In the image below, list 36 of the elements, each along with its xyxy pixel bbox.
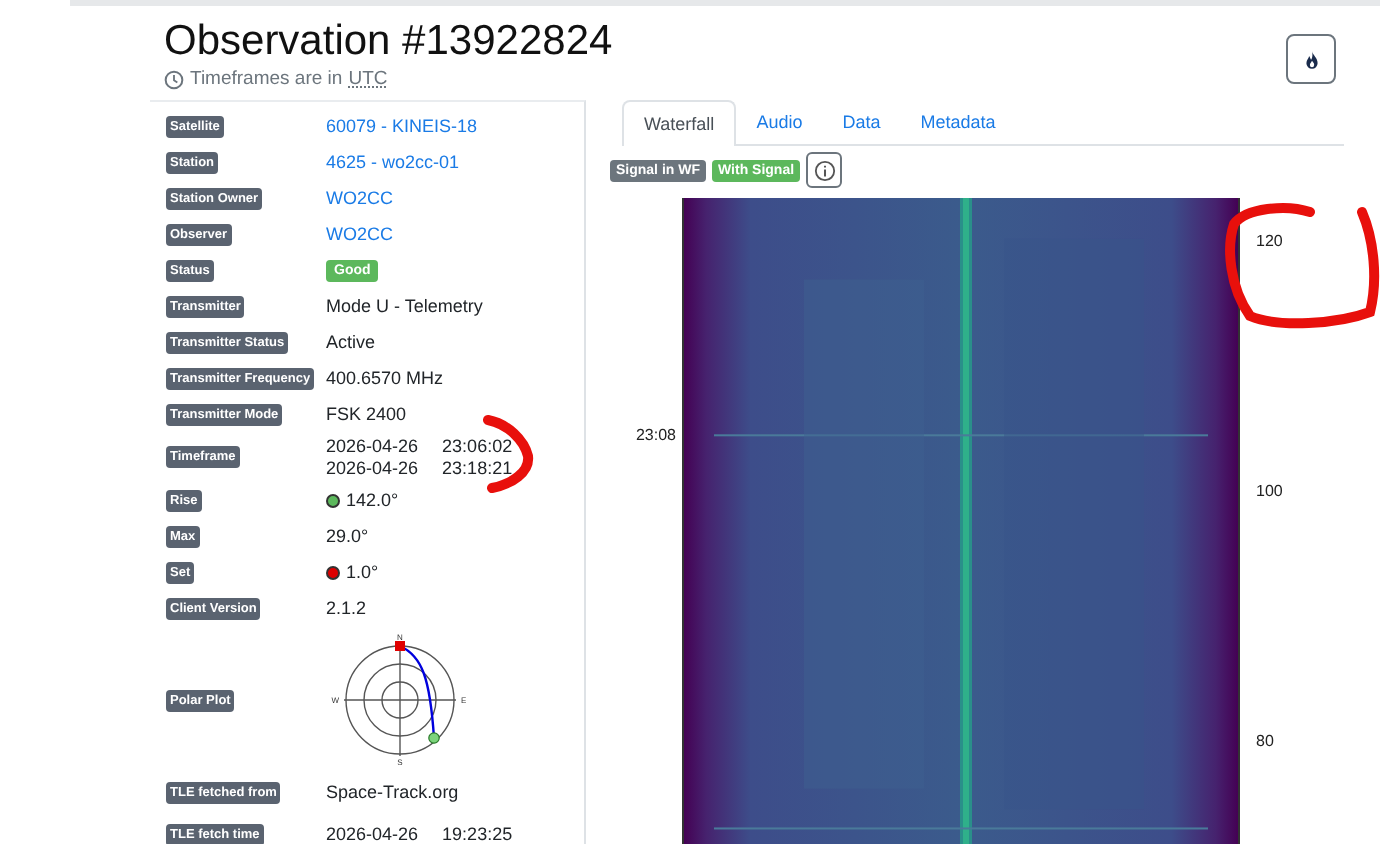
field-value: Mode U - Telemetry [326, 296, 483, 316]
time-value: 23:06:02 [442, 436, 513, 456]
info-icon [813, 159, 836, 181]
clock-icon [164, 69, 184, 89]
polar-plot-drawing [343, 641, 457, 757]
axis-tick-label: 120 [1256, 232, 1283, 250]
axis-tick-label: 100 [1256, 482, 1283, 500]
field-value: 1.0° [346, 562, 379, 582]
field-value: FSK 2400 [326, 404, 407, 424]
time-value: 19:23:25 [442, 824, 513, 844]
value-link[interactable]: 4625 - wo2cc-01 [326, 152, 460, 172]
date-value: 2026-04-26 [326, 824, 419, 844]
value-link[interactable]: 60079 - KINEIS-18 [326, 116, 478, 136]
page-title: Observation #13922824 [164, 18, 613, 66]
field-value: Space-Track.org [326, 782, 459, 802]
value-link[interactable]: WO2CC [326, 224, 393, 244]
time-value: 23:18:21 [442, 458, 513, 478]
favorite-button[interactable] [1286, 34, 1336, 84]
info-button[interactable] [806, 152, 843, 188]
axis-tick-label: 23:08 [635, 426, 676, 444]
field-value: 142.0° [346, 490, 399, 510]
field-value: 2.1.2 [326, 598, 367, 618]
value-link[interactable]: WO2CC [326, 188, 393, 208]
date-value: 2026-04-26 [326, 458, 419, 478]
field-value: 29.0° [326, 526, 369, 546]
field-value: 400.6570 MHz [326, 368, 444, 388]
tab[interactable]: Audio [736, 100, 823, 144]
timeframes-note: Timeframes are in [190, 68, 343, 90]
flame-icon [1303, 49, 1319, 69]
axis-tick-label: 80 [1256, 732, 1274, 750]
field-value: Active [326, 332, 376, 352]
utc-link[interactable]: UTC [348, 68, 388, 90]
date-value: 2026-04-26 [326, 436, 419, 456]
tab[interactable]: Metadata [900, 100, 1016, 144]
tab[interactable]: Data [822, 100, 901, 144]
tab[interactable]: Waterfall [622, 100, 737, 146]
